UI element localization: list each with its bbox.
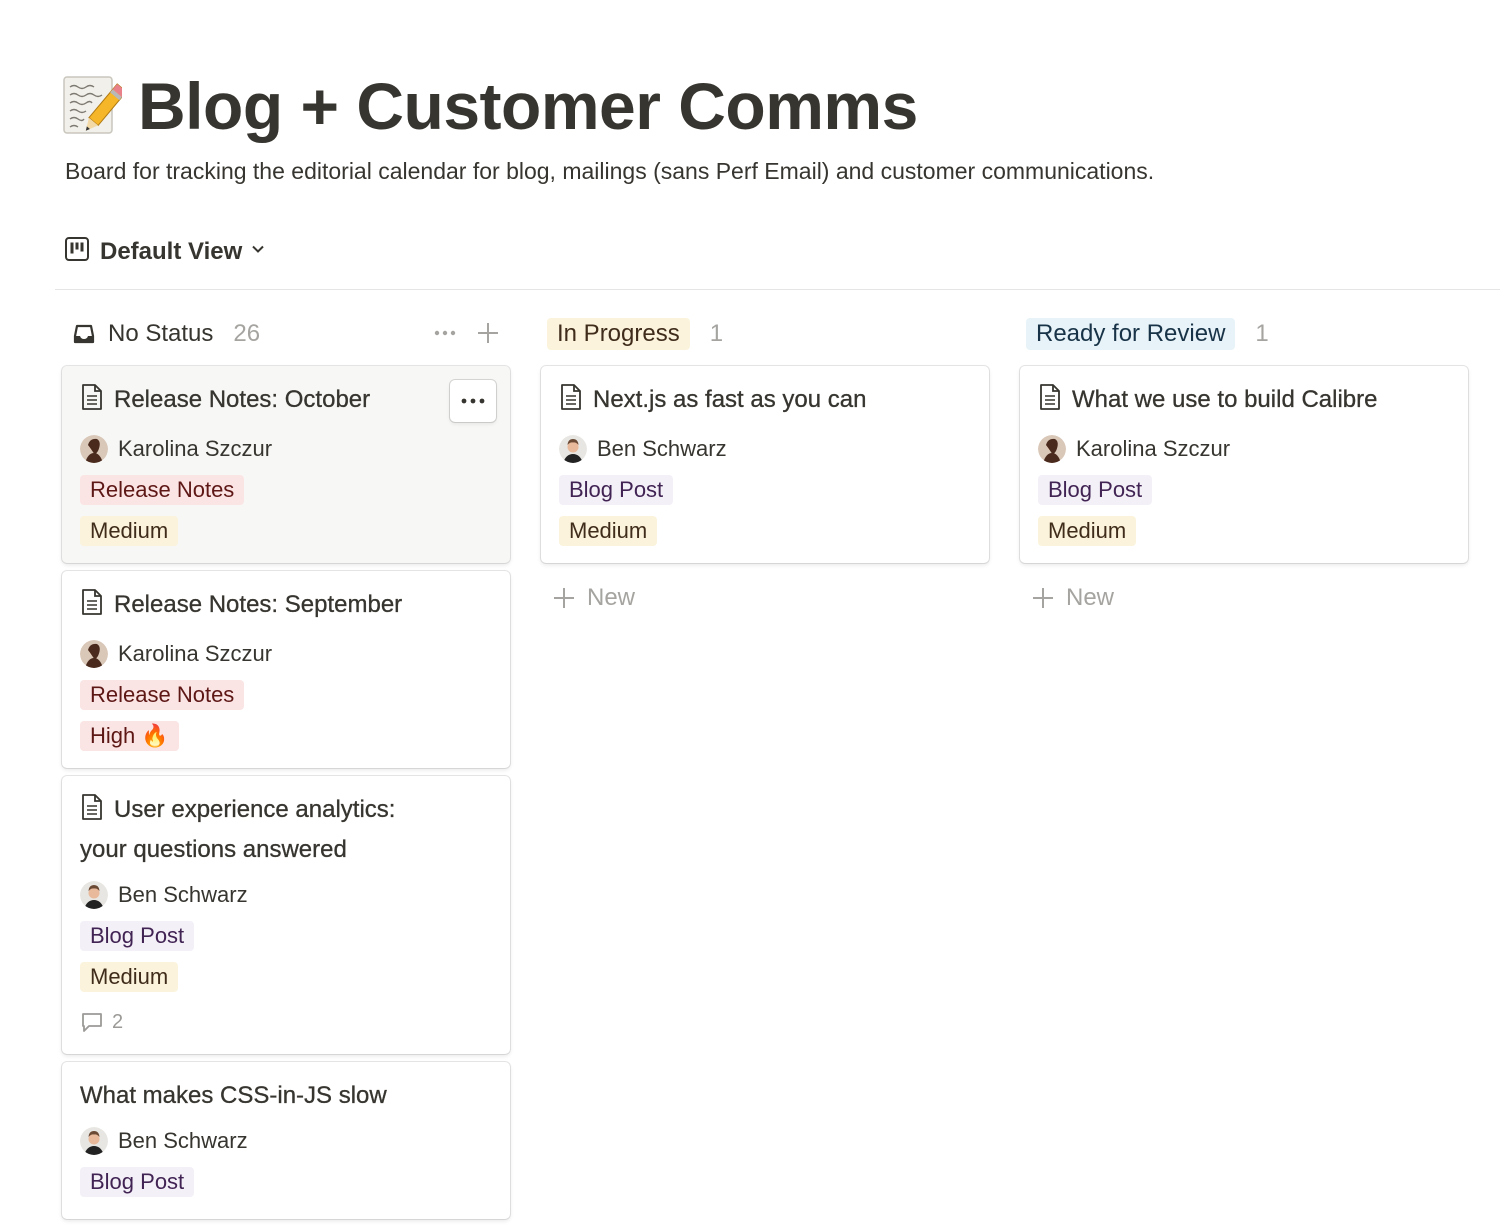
card-title: Release Notes: October	[80, 382, 492, 422]
column-actions	[432, 320, 500, 346]
card-title: What makes CSS-in-JS slow	[80, 1078, 492, 1114]
more-options-icon	[461, 398, 485, 404]
tag-type: Release Notes	[80, 475, 245, 505]
avatar	[80, 1127, 108, 1155]
column-title[interactable]: Ready for Review	[1026, 318, 1236, 350]
tag-priority: Medium	[1038, 516, 1137, 546]
comment-count-value: 2	[112, 1010, 124, 1033]
person-name: Ben Schwarz	[118, 1128, 248, 1153]
page-icon	[80, 793, 104, 832]
tag-type: Release Notes	[80, 680, 245, 710]
page-description[interactable]: Board for tracking the editorial calenda…	[65, 158, 1154, 185]
board-card[interactable]: User experience analytics: your question…	[62, 776, 510, 1054]
person-name: Karolina Szczur	[118, 641, 273, 666]
person-name: Ben Schwarz	[118, 882, 248, 907]
column-header: Ready for Review 1	[1020, 312, 1468, 356]
card-person: Karolina Szczur	[80, 434, 492, 464]
tag-priority: High 🔥	[80, 721, 179, 751]
card-title-text: Release Notes: October	[114, 386, 371, 413]
page-icon	[1038, 383, 1062, 422]
card-menu-button[interactable]	[450, 380, 496, 422]
board-card[interactable]: Release Notes: October Karolina Szczur R…	[62, 366, 510, 563]
board-view-icon	[64, 236, 90, 267]
divider	[55, 289, 1500, 290]
card-person: Ben Schwarz	[80, 880, 492, 910]
card-title-text: Release Notes: September	[114, 591, 403, 618]
card-title: User experience analytics: your question…	[80, 792, 492, 868]
add-new-card-button[interactable]: New	[553, 584, 635, 612]
inbox-icon	[72, 322, 96, 346]
tag-type: Blog Post	[80, 1167, 195, 1197]
add-new-card-button[interactable]: New	[1032, 584, 1114, 612]
card-title-text: What we use to build Calibre	[1072, 386, 1378, 413]
card-title-text: What makes CSS-in-JS slow	[80, 1082, 387, 1109]
column-header: No Status 26	[62, 312, 510, 356]
column-in-progress: In Progress 1 Next.js as fast as you can…	[541, 312, 989, 611]
card-person: Ben Schwarz	[559, 434, 971, 464]
view-switcher[interactable]: Default View	[64, 236, 266, 267]
card-person: Ben Schwarz	[80, 1126, 492, 1156]
board-card[interactable]: Release Notes: September Karolina Szczur…	[62, 571, 510, 768]
column-no-status: No Status 26 Release Notes: October Karo…	[62, 312, 510, 1219]
comment-count: 2	[80, 1010, 492, 1034]
more-options-icon[interactable]	[432, 320, 458, 346]
tag-type: Blog Post	[559, 475, 674, 505]
add-icon[interactable]	[476, 321, 500, 345]
person-name: Ben Schwarz	[597, 436, 727, 461]
person-name: Karolina Szczur	[1076, 436, 1231, 461]
avatar	[80, 881, 108, 909]
tag-priority: Medium	[80, 516, 179, 546]
board-card[interactable]: Next.js as fast as you can Ben Schwarz B…	[541, 366, 989, 563]
page-icon	[559, 383, 583, 422]
card-title: Next.js as fast as you can	[559, 382, 971, 422]
card-title: Release Notes: September	[80, 587, 492, 627]
tag-priority: Medium	[559, 516, 658, 546]
page-header: Blog + Customer Comms	[62, 66, 918, 146]
card-title-text: Next.js as fast as you can	[593, 386, 867, 413]
memo-icon[interactable]	[62, 73, 128, 139]
page-icon	[80, 588, 104, 627]
column-header: In Progress 1	[541, 312, 989, 356]
avatar	[1038, 435, 1066, 463]
board-card[interactable]: What makes CSS-in-JS slow Ben Schwarz Bl…	[62, 1062, 510, 1219]
card-title: What we use to build Calibre	[1038, 382, 1450, 422]
card-title-text: User experience analytics: your question…	[80, 796, 396, 863]
column-ready-for-review: Ready for Review 1 What we use to build …	[1020, 312, 1468, 611]
avatar	[80, 640, 108, 668]
column-count: 1	[1255, 320, 1269, 347]
tag-type: Blog Post	[80, 921, 195, 951]
card-person: Karolina Szczur	[1038, 434, 1450, 464]
view-label: Default View	[100, 237, 243, 265]
column-title[interactable]: In Progress	[547, 318, 690, 350]
tag-priority: Medium	[80, 962, 179, 992]
avatar	[559, 435, 587, 463]
add-new-label: New	[587, 584, 636, 611]
card-person: Karolina Szczur	[80, 639, 492, 669]
comment-icon	[82, 1013, 102, 1032]
tag-type: Blog Post	[1038, 475, 1153, 505]
chevron-down-icon	[250, 241, 266, 262]
board-card[interactable]: What we use to build Calibre Karolina Sz…	[1020, 366, 1468, 563]
plus-icon	[1033, 588, 1053, 608]
column-count: 26	[233, 320, 261, 347]
add-new-label: New	[1066, 584, 1115, 611]
plus-icon	[554, 588, 574, 608]
person-name: Karolina Szczur	[118, 436, 273, 461]
column-title[interactable]: No Status	[108, 320, 213, 348]
page-icon	[80, 383, 104, 422]
column-count: 1	[709, 320, 724, 347]
page-title[interactable]: Blog + Customer Comms	[138, 66, 918, 146]
avatar	[80, 435, 108, 463]
